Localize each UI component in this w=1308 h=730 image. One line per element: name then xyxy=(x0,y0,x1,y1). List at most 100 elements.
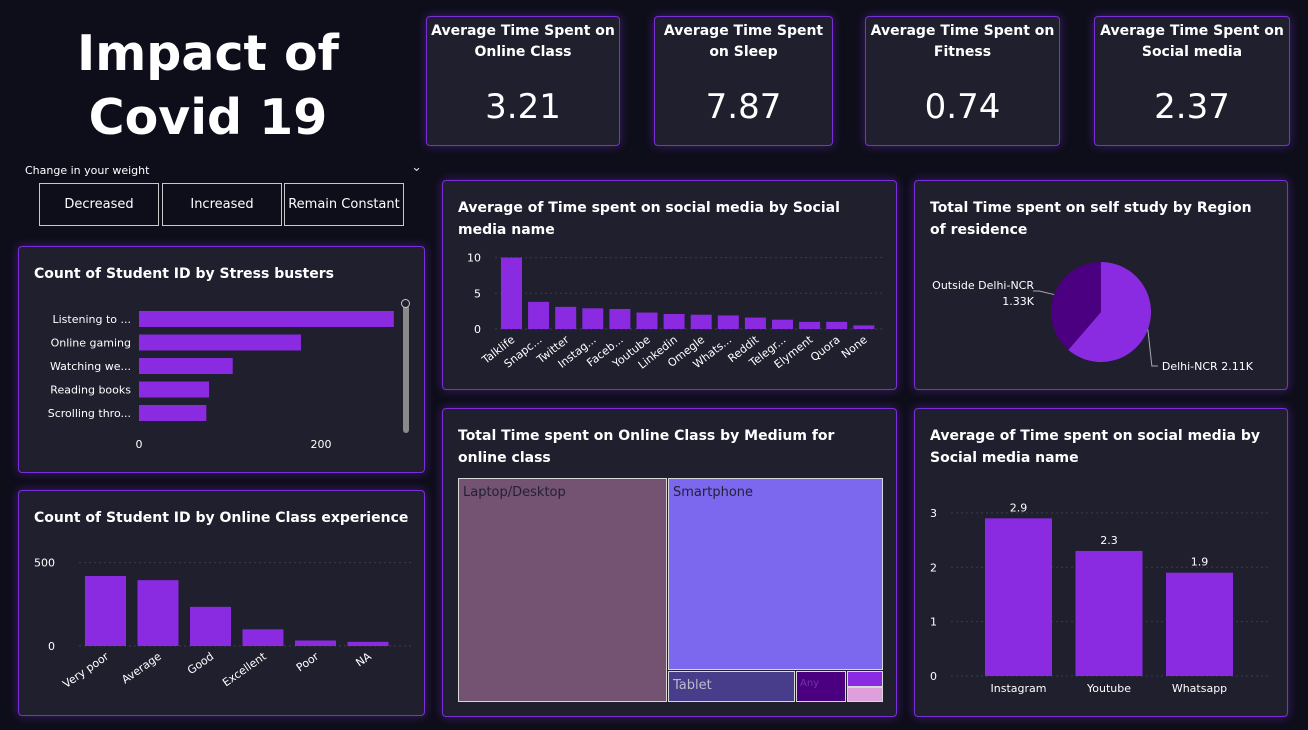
chevron-down-icon[interactable]: ⌄ xyxy=(411,160,422,175)
bar xyxy=(1075,550,1143,676)
bar xyxy=(190,606,231,646)
treemap-label: Any xyxy=(800,678,820,689)
bar xyxy=(347,641,389,646)
kpi-title: Average Time Spent on Online Class xyxy=(431,23,615,60)
kpi-card-fitness: Average Time Spent on Fitness 0.74 xyxy=(865,16,1060,146)
online-class-experience-chart: 0 500 Very poor Average Good Excellent Poor NA xyxy=(34,557,411,691)
slice-value-label: 1.33K xyxy=(1002,295,1034,308)
category-label: Reading books xyxy=(50,384,131,397)
category-label: Scrolling thro... xyxy=(48,407,131,420)
slicer-label: Change in your weight xyxy=(25,164,150,177)
category-label: NA xyxy=(353,650,374,670)
bar xyxy=(744,317,766,329)
leader-line xyxy=(1033,290,1055,296)
bar xyxy=(690,314,712,329)
weight-change-slicer: Change in your weight ⌄ Decreased Increa… xyxy=(18,158,426,230)
category-label: Poor xyxy=(294,650,322,675)
stress-busters-chart: Listening to ... Online gaming Watching we… xyxy=(48,311,394,451)
bar xyxy=(772,319,793,329)
tick-label: 10 xyxy=(467,252,481,265)
kpi-value: 2.37 xyxy=(1154,87,1230,127)
kpi-title: Average Time Spent on Social media xyxy=(1100,23,1284,60)
bar xyxy=(85,576,126,646)
treemap-tile-any[interactable]: Any xyxy=(796,671,846,702)
scrollbar-handle[interactable] xyxy=(401,299,410,308)
bar xyxy=(717,315,739,329)
bar xyxy=(663,314,685,329)
chart-title: Total Time spent on Online Class by Medi… xyxy=(458,428,835,466)
treemap-tile-laptop[interactable]: Laptop/Desktop xyxy=(458,478,667,702)
category-label: Average xyxy=(119,650,164,687)
treemap-tile-small-1[interactable] xyxy=(847,671,883,687)
bar xyxy=(139,381,210,398)
treemap: Laptop/Desktop Smartphone Tablet Any xyxy=(458,478,884,703)
category-label: Online gaming xyxy=(51,337,131,350)
slicer-option-increased[interactable]: Increased xyxy=(162,183,282,226)
category-label: Excellent xyxy=(220,649,269,689)
tick-label: 5 xyxy=(474,287,481,300)
bar xyxy=(501,257,522,329)
tick-label: 200 xyxy=(311,438,332,451)
social-media-all-chart: 0510TalklifeSnapc...TwitterInstag...Face… xyxy=(467,252,883,372)
kpi-card-online-class: Average Time Spent on Online Class 3.21 xyxy=(426,16,620,146)
category-label: Listening to ... xyxy=(52,313,131,326)
leader-line xyxy=(1147,329,1158,367)
social-media-all-card: Average of Time spent on social media by… xyxy=(442,180,897,390)
kpi-value: 7.87 xyxy=(705,87,782,127)
category-label: Good xyxy=(185,650,216,677)
bar xyxy=(1166,572,1233,676)
category-label: Quora xyxy=(808,333,843,364)
tick-label: 0 xyxy=(930,670,937,683)
category-label: Watching we... xyxy=(50,360,131,373)
bar xyxy=(609,309,631,329)
tick-label: 1 xyxy=(930,616,937,629)
slice-label: Delhi-NCR 2.11K xyxy=(1162,360,1254,373)
tick-label: 0 xyxy=(474,323,481,336)
bar xyxy=(242,629,284,646)
data-label: 2.3 xyxy=(1100,534,1118,547)
bar xyxy=(582,308,604,329)
bar xyxy=(985,518,1052,676)
category-label: None xyxy=(839,333,870,361)
kpi-card-social-media: Average Time Spent on Social media 2.37 xyxy=(1094,16,1290,146)
slicer-option-decreased[interactable]: Decreased xyxy=(39,183,159,226)
category-label: Youtube xyxy=(1086,682,1131,695)
bar xyxy=(137,580,179,646)
bar xyxy=(139,334,301,351)
tick-label: 0 xyxy=(136,438,143,451)
bar xyxy=(139,358,233,374)
bar xyxy=(139,405,207,421)
kpi-value: 0.74 xyxy=(924,87,1001,127)
kpi-title: Average Time Spent on Fitness xyxy=(870,23,1055,60)
tick-label: 500 xyxy=(34,557,55,570)
stress-busters-card: Count of Student ID by Stress busters Li… xyxy=(18,246,425,473)
bar xyxy=(826,321,848,329)
data-label: 2.9 xyxy=(1010,501,1028,514)
slicer-option-remain-constant[interactable]: Remain Constant xyxy=(284,183,404,226)
self-study-pie-chart: Delhi-NCR 2.11K Outside Delhi-NCR 1.33K xyxy=(932,262,1254,373)
category-label: Instagram xyxy=(991,682,1047,695)
online-class-experience-card: Count of Student ID by Online Class expe… xyxy=(18,490,425,716)
bar xyxy=(295,640,336,646)
treemap-label: Laptop/Desktop xyxy=(463,485,566,500)
kpi-value: 3.21 xyxy=(485,87,561,127)
kpi-card-sleep: Average Time Spent on Sleep 7.87 xyxy=(654,16,833,146)
treemap-label: Smartphone xyxy=(673,485,754,500)
treemap-label: Tablet xyxy=(673,678,712,693)
tick-label: 0 xyxy=(48,640,55,653)
treemap-tile-small-2[interactable] xyxy=(847,687,883,702)
self-study-card: Total Time spent on self study by Region… xyxy=(914,180,1288,390)
bar xyxy=(555,306,577,329)
treemap-tile-smartphone[interactable]: Smartphone xyxy=(668,478,883,670)
kpi-title: Average Time Spent on Sleep xyxy=(663,23,824,60)
scrollbar[interactable] xyxy=(403,305,409,433)
data-label: 1.9 xyxy=(1191,556,1209,569)
bar xyxy=(528,301,550,329)
tick-label: 3 xyxy=(930,507,937,520)
bar xyxy=(139,311,394,327)
social-media-top-chart: 0 1 2 3 2.9 Instagram 2.3 Youtube 1.9 Whatsapp xyxy=(930,501,1270,695)
treemap-tile-tablet[interactable]: Tablet xyxy=(668,671,795,702)
bar xyxy=(636,312,658,329)
bar xyxy=(853,325,875,329)
slice-label: Outside Delhi-NCR xyxy=(932,279,1034,292)
